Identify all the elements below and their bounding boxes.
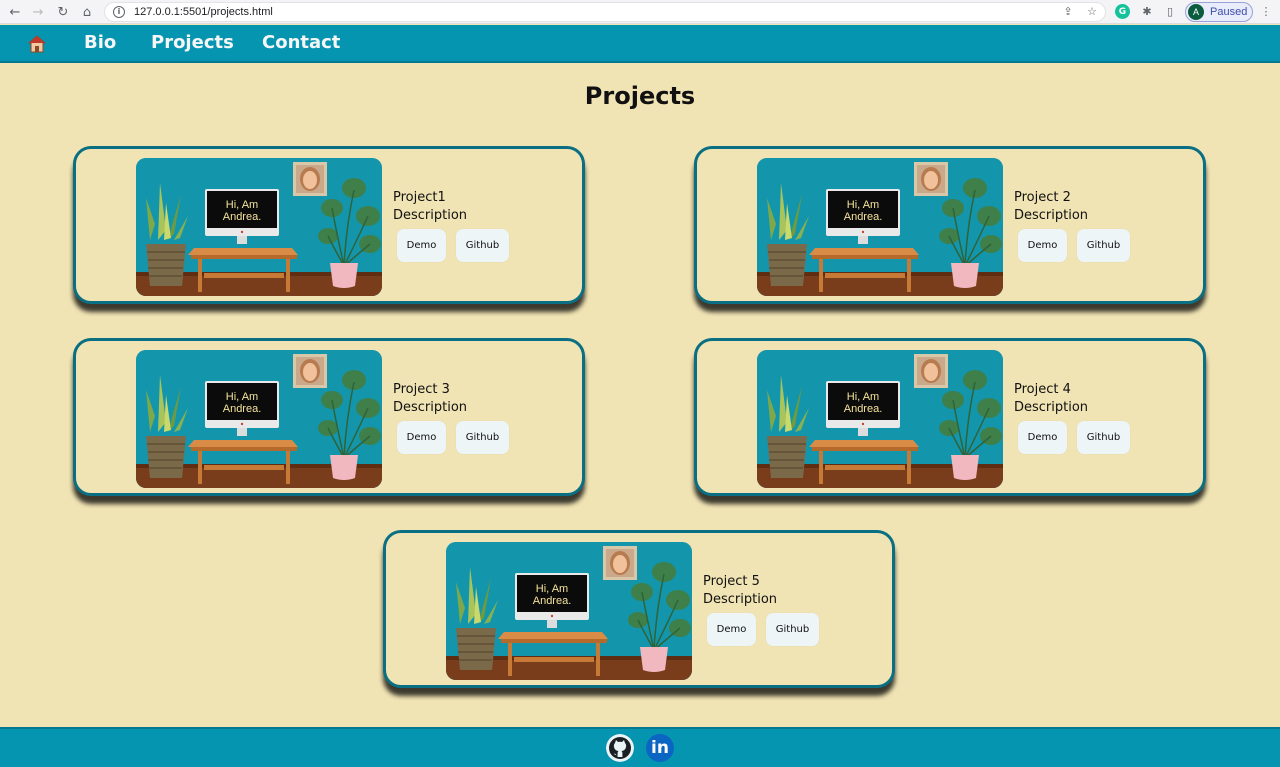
github-button[interactable]: Github <box>1077 421 1130 454</box>
extensions-puzzle-icon[interactable]: ✱ <box>1140 4 1154 18</box>
menu-kebab-icon[interactable]: ⋮ <box>1259 4 1273 18</box>
github-button[interactable]: Github <box>456 421 509 454</box>
site-info-icon[interactable]: i <box>113 6 125 18</box>
nav-link-projects[interactable]: Projects <box>151 32 234 53</box>
project-thumbnail[interactable]: Hi, Am Andrea. <box>136 158 382 296</box>
avatar: A <box>1188 4 1204 20</box>
svg-text:Hi, Am: Hi, Am <box>226 199 258 211</box>
bookmark-star-icon[interactable]: ☆ <box>1085 4 1099 18</box>
demo-button[interactable]: Demo <box>397 421 446 454</box>
profile-status: Paused <box>1210 6 1248 18</box>
project-name: Project1 <box>393 190 446 205</box>
demo-button[interactable]: Demo <box>1018 229 1067 262</box>
project-thumbnail[interactable]: Hi, Am Andrea. <box>136 350 382 488</box>
project-thumbnail[interactable]: Hi, Am Andrea. <box>446 542 692 680</box>
svg-text:Andrea.: Andrea. <box>223 211 262 223</box>
github-button[interactable]: Github <box>1077 229 1130 262</box>
profile-button[interactable]: A Paused <box>1185 2 1253 22</box>
reload-icon[interactable]: ↻ <box>54 3 72 21</box>
svg-text:Andrea.: Andrea. <box>844 211 883 223</box>
side-panel-icon[interactable]: ▯ <box>1163 4 1177 18</box>
svg-text:Andrea.: Andrea. <box>223 403 262 415</box>
project-card-5: Hi, Am Andrea. Project 5 Description Dem… <box>383 530 895 688</box>
svg-text:Andrea.: Andrea. <box>844 403 883 415</box>
project-card-3: Hi, Am Andrea. Project 3 Description Dem… <box>73 338 585 496</box>
forward-arrow-icon[interactable]: → <box>29 3 47 21</box>
nav-link-contact[interactable]: Contact <box>262 32 340 53</box>
project-name: Project 5 <box>703 574 760 589</box>
home-browser-icon[interactable]: ⌂ <box>78 3 96 21</box>
project-card-4: Hi, Am Andrea. Project 4 Description Dem… <box>694 338 1206 496</box>
address-bar[interactable]: i 127.0.0.1:5501/projects.html <box>104 2 1106 22</box>
back-arrow-icon[interactable]: ← <box>6 3 24 21</box>
svg-text:Hi, Am: Hi, Am <box>536 583 568 595</box>
project-name: Project 2 <box>1014 190 1071 205</box>
grammarly-icon[interactable]: G <box>1115 4 1130 19</box>
project-thumbnail[interactable]: Hi, Am Andrea. <box>757 158 1003 296</box>
linkedin-icon-text: in <box>651 738 669 758</box>
svg-text:Hi, Am: Hi, Am <box>226 391 258 403</box>
url-text: 127.0.0.1:5501/projects.html <box>134 6 273 18</box>
demo-button[interactable]: Demo <box>707 613 756 646</box>
project-card-1: Hi, Am Andrea. Project1 Description Demo <box>73 146 585 304</box>
nav-link-bio[interactable]: Bio <box>84 32 116 53</box>
project-card-2: Hi, Am Andrea. Project 2 Description Dem… <box>694 146 1206 304</box>
share-icon[interactable]: ⇪ <box>1061 4 1075 18</box>
demo-button[interactable]: Demo <box>1018 421 1067 454</box>
project-description: Description <box>1014 400 1089 415</box>
site-footer: in <box>0 727 1280 767</box>
project-description: Description <box>703 592 778 607</box>
browser-toolbar: ← → ↻ ⌂ i 127.0.0.1:5501/projects.html ⇪… <box>0 0 1280 24</box>
svg-text:Andrea.: Andrea. <box>533 595 572 607</box>
project-thumbnail[interactable]: Hi, Am Andrea. <box>757 350 1003 488</box>
home-icon[interactable] <box>28 35 46 53</box>
project-description: Description <box>393 208 468 223</box>
github-button[interactable]: Github <box>766 613 819 646</box>
project-name: Project 4 <box>1014 382 1071 397</box>
project-description: Description <box>393 400 468 415</box>
svg-text:Hi, Am: Hi, Am <box>847 391 879 403</box>
github-icon[interactable] <box>606 734 634 762</box>
site-navbar: Bio Projects Contact <box>0 25 1280 63</box>
project-description: Description <box>1014 208 1089 223</box>
project-name: Project 3 <box>393 382 450 397</box>
linkedin-icon[interactable]: in <box>646 734 674 762</box>
page-title: Projects <box>584 82 696 110</box>
github-button[interactable]: Github <box>456 229 509 262</box>
svg-text:Hi, Am: Hi, Am <box>847 199 879 211</box>
demo-button[interactable]: Demo <box>397 229 446 262</box>
